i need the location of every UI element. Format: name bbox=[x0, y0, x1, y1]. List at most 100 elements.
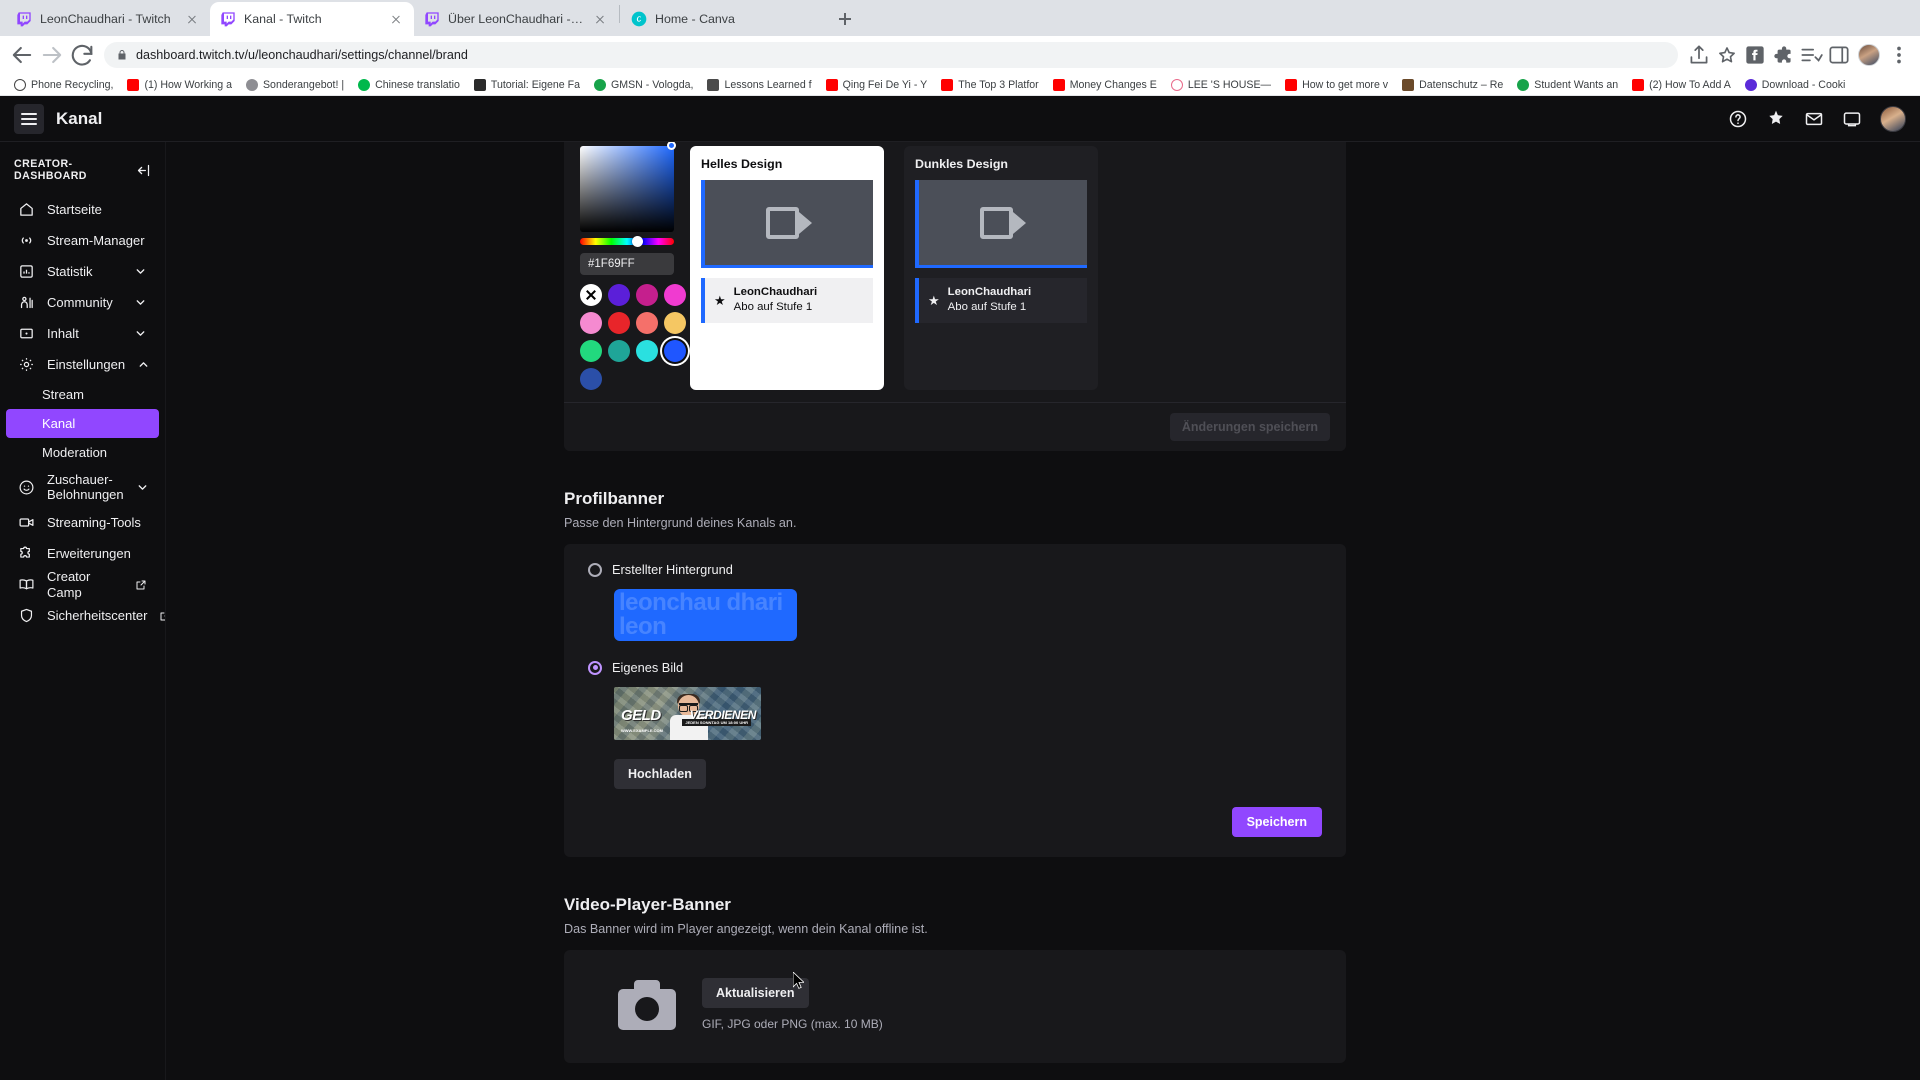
banner-url-text: WWW.EXAMPLE.COM bbox=[621, 728, 663, 733]
bookmark-item[interactable]: How to get more v bbox=[1278, 78, 1395, 91]
sidebar-item-streaming-tools[interactable]: Streaming-Tools bbox=[6, 507, 159, 538]
design-card-dark[interactable]: Dunkles Design ★ LeonChaudhari Abo auf S… bbox=[904, 146, 1098, 390]
swatch-magenta[interactable] bbox=[636, 284, 658, 306]
sidebar-item-community[interactable]: Community bbox=[6, 287, 159, 318]
sidebar-item-sicherheitscenter[interactable]: Sicherheitscenter bbox=[6, 600, 165, 631]
sidebar-subitem-moderation[interactable]: Moderation bbox=[6, 438, 159, 467]
mail-icon[interactable] bbox=[1804, 109, 1824, 129]
bookmark-item[interactable]: (1) How Working a bbox=[120, 78, 239, 91]
radio-icon[interactable] bbox=[588, 562, 602, 577]
swatch-teal[interactable] bbox=[608, 340, 630, 362]
sidebar-item-erweiterungen[interactable]: Erweiterungen bbox=[6, 538, 159, 569]
address-bar[interactable]: dashboard.twitch.tv/u/leonchaudhari/sett… bbox=[104, 42, 1678, 68]
radio-generated-background[interactable]: Erstellter Hintergrund bbox=[588, 562, 1322, 577]
swatch-salmon[interactable] bbox=[636, 312, 658, 334]
swatch-navy[interactable] bbox=[580, 368, 602, 390]
sidebar-item-creator-camp[interactable]: Creator Camp bbox=[6, 569, 159, 600]
radio-own-image[interactable]: Eigenes Bild bbox=[588, 660, 1322, 675]
design-card-light[interactable]: Helles Design ★ LeonChaudhari Abo auf St… bbox=[690, 146, 884, 390]
save-button[interactable]: Speichern bbox=[1231, 807, 1322, 837]
sidebar-item-zuschauer-belohnungen[interactable]: Zuschauer- Belohnungen bbox=[6, 467, 159, 507]
menu-toggle-button[interactable] bbox=[14, 103, 44, 134]
sidebar-item-label: Einstellungen bbox=[47, 356, 126, 372]
bookmark-item[interactable]: Qing Fei De Yi - Y bbox=[819, 78, 935, 91]
share-icon[interactable] bbox=[1686, 42, 1712, 68]
chrome-menu-icon[interactable] bbox=[1886, 42, 1912, 68]
bookmark-item[interactable]: Datenschutz – Re bbox=[1395, 78, 1510, 91]
swatch-red[interactable] bbox=[608, 312, 630, 334]
saturation-handle[interactable] bbox=[667, 142, 676, 150]
bookmark-label: (1) How Working a bbox=[144, 78, 232, 91]
back-icon[interactable] bbox=[8, 41, 36, 69]
hex-value: #1F69FF bbox=[588, 258, 635, 270]
video-icon bbox=[18, 514, 35, 531]
sidebar-item-inhalt[interactable]: Inhalt bbox=[6, 318, 159, 349]
new-tab-button[interactable] bbox=[831, 5, 859, 33]
reload-icon[interactable] bbox=[68, 41, 96, 69]
swatch-purple[interactable] bbox=[608, 284, 630, 306]
video-preview bbox=[701, 180, 873, 268]
bookmark-item[interactable]: GMSN - Vologda, bbox=[587, 78, 700, 91]
help-icon[interactable] bbox=[1728, 109, 1748, 129]
avatar[interactable] bbox=[1880, 105, 1906, 132]
chevron-down-icon[interactable] bbox=[136, 481, 149, 494]
bookmark-star-icon[interactable] bbox=[1714, 42, 1740, 68]
swatch-light-pink[interactable] bbox=[580, 312, 602, 334]
bookmark-item[interactable]: Student Wants an bbox=[1510, 78, 1625, 91]
swatch-blue-selected[interactable] bbox=[664, 340, 686, 362]
browser-tab-active[interactable]: Kanal - Twitch bbox=[210, 2, 414, 36]
chevron-down-icon[interactable] bbox=[134, 265, 147, 278]
browser-profile-avatar[interactable] bbox=[1858, 44, 1880, 66]
sidebar-item-label: Startseite bbox=[47, 201, 102, 217]
tab-title: Home - Canva bbox=[655, 12, 735, 26]
video-player-banner-title: Video-Player-Banner bbox=[564, 895, 731, 914]
sidebar-item-startseite[interactable]: Startseite bbox=[6, 194, 159, 225]
bookmark-item[interactable]: Download - Cooki bbox=[1738, 78, 1853, 91]
saturation-area[interactable] bbox=[580, 142, 676, 232]
hex-input[interactable]: #1F69FF bbox=[580, 253, 674, 275]
sidebar-subitem-kanal[interactable]: Kanal bbox=[6, 409, 159, 438]
bookmark-item[interactable]: LEE 'S HOUSE— bbox=[1164, 78, 1278, 91]
bookmark-item[interactable]: Lessons Learned f bbox=[700, 78, 818, 91]
bookmark-item[interactable]: Chinese translatio bbox=[351, 78, 467, 91]
save-changes-button[interactable]: Änderungen speichern bbox=[1169, 413, 1330, 441]
bookmark-item[interactable]: Money Changes E bbox=[1046, 78, 1164, 91]
prime-loot-icon[interactable] bbox=[1766, 109, 1786, 129]
swatch-pink[interactable] bbox=[664, 284, 686, 306]
browser-tab[interactable]: Home - Canva bbox=[621, 2, 825, 36]
browser-tab[interactable]: Über LeonChaudhari - Twitch bbox=[414, 2, 618, 36]
sidebar-subitem-stream[interactable]: Stream bbox=[6, 380, 159, 409]
notifications-icon[interactable] bbox=[1842, 109, 1862, 129]
color-picker[interactable]: #1F69FF bbox=[580, 142, 686, 390]
chevron-down-icon[interactable] bbox=[134, 296, 147, 309]
sidebar-item-einstellungen[interactable]: Einstellungen bbox=[6, 349, 159, 380]
forward-icon[interactable] bbox=[38, 41, 66, 69]
bookmark-item[interactable]: (2) How To Add A bbox=[1625, 78, 1738, 91]
bookmark-item[interactable]: The Top 3 Platfor bbox=[934, 78, 1045, 91]
radio-icon-selected[interactable] bbox=[588, 660, 602, 675]
swatch-yellow[interactable] bbox=[664, 312, 686, 334]
bookmark-item[interactable]: Tutorial: Eigene Fa bbox=[467, 78, 587, 91]
swatch-none[interactable] bbox=[580, 284, 602, 306]
close-icon[interactable] bbox=[388, 11, 404, 27]
reading-list-icon[interactable] bbox=[1798, 42, 1824, 68]
close-icon[interactable] bbox=[592, 11, 608, 27]
bookmark-item[interactable]: Sonderangebot! | bbox=[239, 78, 351, 91]
upload-button[interactable]: Hochladen bbox=[614, 759, 706, 789]
chevron-down-icon[interactable] bbox=[134, 327, 147, 340]
close-icon[interactable] bbox=[184, 11, 200, 27]
chevron-up-icon[interactable] bbox=[137, 358, 150, 371]
browser-tab[interactable]: LeonChaudhari - Twitch bbox=[6, 2, 210, 36]
sidebar-item-stream-manager[interactable]: Stream-Manager bbox=[6, 225, 159, 256]
side-panel-icon[interactable] bbox=[1826, 42, 1852, 68]
collapse-icon[interactable] bbox=[136, 163, 151, 178]
hue-handle[interactable] bbox=[632, 236, 643, 247]
extensions-puzzle-icon[interactable] bbox=[1770, 42, 1796, 68]
swatch-cyan[interactable] bbox=[636, 340, 658, 362]
facebook-extension-icon[interactable] bbox=[1742, 42, 1768, 68]
sidebar-item-statistik[interactable]: Statistik bbox=[6, 256, 159, 287]
hue-slider[interactable] bbox=[580, 236, 674, 247]
bookmark-item[interactable]: Phone Recycling, bbox=[7, 78, 120, 91]
bookmark-favicon bbox=[707, 78, 720, 91]
swatch-green[interactable] bbox=[580, 340, 602, 362]
